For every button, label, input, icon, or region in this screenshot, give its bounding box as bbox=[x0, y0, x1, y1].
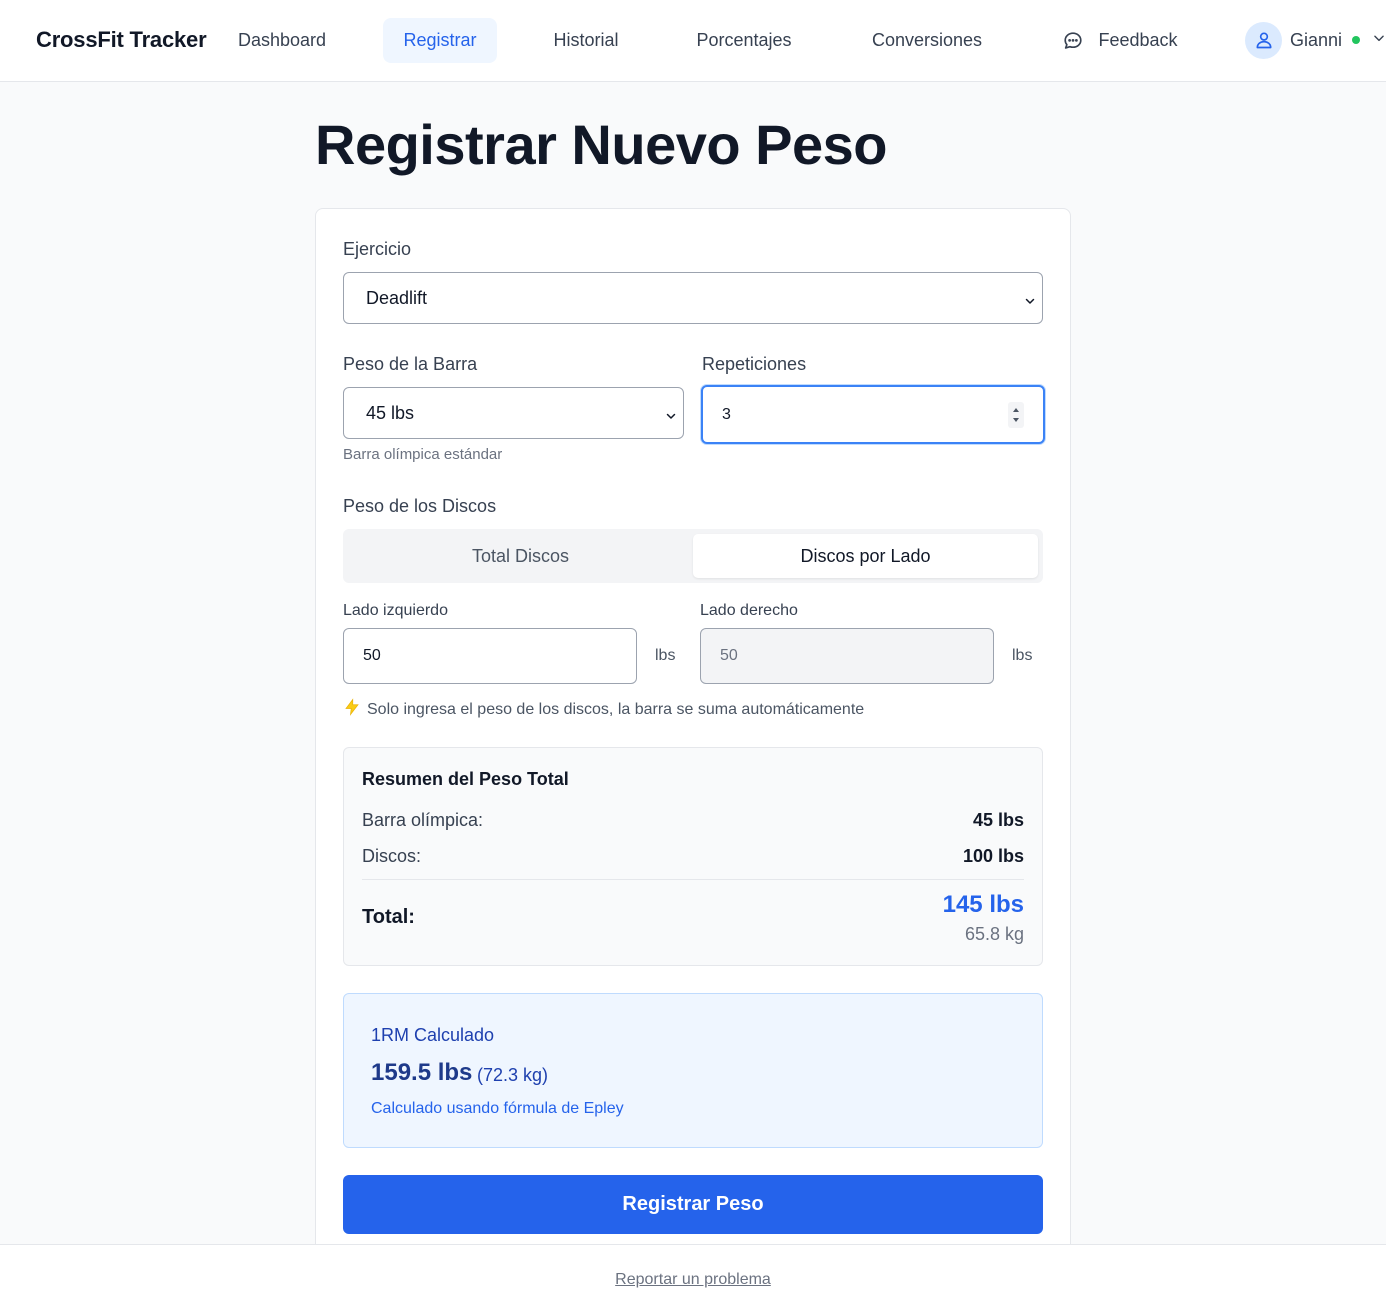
weight-form-card: Ejercicio Deadlift Peso de la Barra 45 l… bbox=[315, 208, 1071, 1288]
summary-total-lbs: 145 lbs bbox=[942, 891, 1024, 918]
exercise-label: Ejercicio bbox=[343, 239, 412, 259]
bar-weight-select-value: 45 lbs bbox=[366, 402, 415, 423]
nav-item-historial[interactable]: Historial bbox=[534, 18, 638, 63]
weight-summary-box: Resumen del Peso Total Barra olímpica: 4… bbox=[343, 747, 1043, 966]
one-rm-note: Calculado usando fórmula de Epley bbox=[371, 1100, 624, 1117]
bar-weight-select[interactable]: 45 lbs bbox=[343, 387, 684, 439]
reps-input[interactable]: 3 bbox=[701, 385, 1045, 444]
report-problem-link[interactable]: Reportar un problema bbox=[0, 1271, 1386, 1289]
avatar bbox=[1245, 21, 1282, 59]
tab-discos-por-lado[interactable]: Discos por Lado bbox=[693, 534, 1038, 578]
chevron-down-icon bbox=[1372, 31, 1386, 50]
exercise-select[interactable]: Deadlift bbox=[343, 272, 1043, 324]
left-side-label: Lado izquierdo bbox=[343, 602, 448, 619]
reps-label: Repeticiones bbox=[702, 354, 807, 374]
one-rm-value: 159.5 lbs bbox=[371, 1059, 473, 1086]
online-status-dot bbox=[1352, 36, 1361, 44]
left-side-input[interactable]: 50 bbox=[343, 628, 637, 684]
plates-mode-toggle: Total Discos Discos por Lado bbox=[343, 529, 1043, 583]
exercise-select-value: Deadlift bbox=[366, 287, 428, 308]
reps-stepper[interactable] bbox=[1008, 402, 1024, 428]
summary-divider bbox=[362, 879, 1024, 880]
user-name: Gianni bbox=[1290, 29, 1343, 50]
left-side-value: 50 bbox=[363, 647, 381, 664]
page-title: Registrar Nuevo Peso bbox=[315, 113, 887, 176]
summary-title: Resumen del Peso Total bbox=[362, 769, 569, 789]
chevron-down-icon bbox=[665, 406, 677, 427]
plates-tip: Solo ingresa el peso de los discos, la b… bbox=[343, 698, 864, 721]
right-side-label: Lado derecho bbox=[700, 602, 798, 619]
top-navbar: CrossFit Tracker Dashboard Registrar His… bbox=[0, 0, 1386, 82]
nav-item-conversiones[interactable]: Conversiones bbox=[850, 18, 1004, 63]
summary-total-kg: 65.8 kg bbox=[964, 924, 1024, 944]
right-side-value: 50 bbox=[720, 647, 738, 664]
user-icon bbox=[1256, 32, 1271, 49]
summary-total-key: Total: bbox=[362, 906, 415, 928]
right-unit: lbs bbox=[1012, 647, 1033, 664]
plates-tip-text: Solo ingresa el peso de los discos, la b… bbox=[367, 700, 865, 718]
summary-bar-value: 45 lbs bbox=[972, 810, 1024, 830]
feedback-label: Feedback bbox=[1098, 30, 1178, 50]
right-side-input: 50 bbox=[700, 628, 994, 684]
one-rm-box: 1RM Calculado 159.5 lbs (72.3 kg) Calcul… bbox=[343, 993, 1043, 1148]
brand-logo[interactable]: CrossFit Tracker bbox=[36, 27, 207, 53]
summary-bar-key: Barra olímpica: bbox=[362, 810, 484, 830]
one-rm-kg: (72.3 kg) bbox=[477, 1065, 549, 1085]
one-rm-title: 1RM Calculado bbox=[371, 1025, 495, 1045]
nav-item-porcentajes[interactable]: Porcentajes bbox=[676, 18, 812, 63]
nav-item-registrar[interactable]: Registrar bbox=[383, 18, 497, 63]
tab-total-discos[interactable]: Total Discos bbox=[348, 534, 693, 578]
reps-input-value: 3 bbox=[722, 405, 731, 423]
feedback-button[interactable]: Feedback bbox=[1044, 18, 1196, 63]
footer: Reportar un problema bbox=[0, 1244, 1386, 1316]
plates-label: Peso de los Discos bbox=[343, 496, 497, 516]
summary-plates-value: 100 lbs bbox=[962, 846, 1024, 866]
nav-item-dashboard[interactable]: Dashboard bbox=[219, 18, 345, 63]
chat-bubble-icon bbox=[1062, 30, 1084, 52]
lightning-icon bbox=[343, 698, 361, 721]
chevron-down-icon bbox=[1024, 291, 1036, 312]
register-weight-button[interactable]: Registrar Peso bbox=[343, 1175, 1043, 1234]
left-unit: lbs bbox=[655, 647, 676, 664]
summary-plates-key: Discos: bbox=[362, 846, 422, 866]
bar-weight-label: Peso de la Barra bbox=[343, 354, 478, 374]
bar-weight-hint: Barra olímpica estándar bbox=[343, 446, 503, 463]
user-menu[interactable]: Gianni bbox=[1245, 21, 1386, 59]
